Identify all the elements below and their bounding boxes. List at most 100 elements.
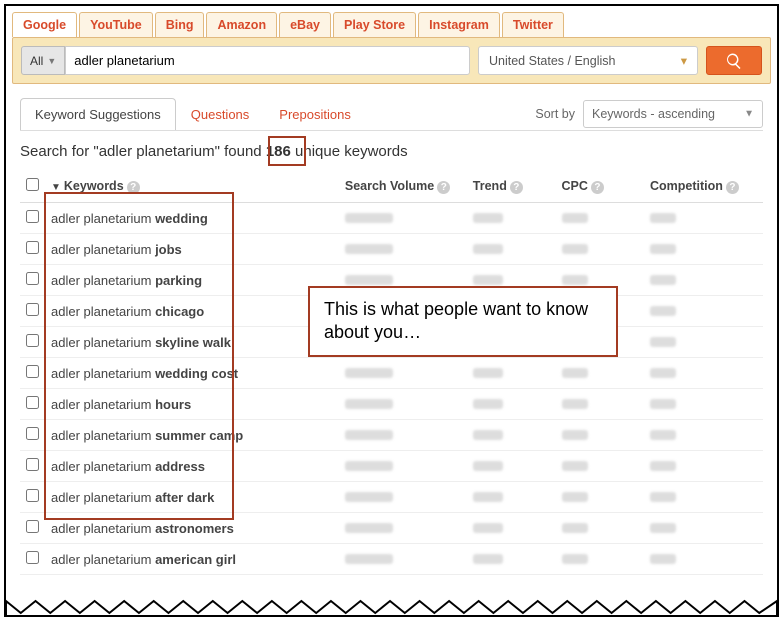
search-volume-cell <box>339 482 467 513</box>
search-volume-cell <box>339 234 467 265</box>
row-checkbox[interactable] <box>26 458 39 471</box>
col-cpc[interactable]: CPC? <box>556 170 644 203</box>
table-row: adler planetarium jobs <box>20 234 763 265</box>
keyword-cell[interactable]: adler planetarium astronomers <box>45 513 339 544</box>
search-volume-cell <box>339 451 467 482</box>
row-checkbox[interactable] <box>26 520 39 533</box>
sort-select[interactable]: Keywords - ascending ▼ <box>583 100 763 128</box>
result-count: 186 <box>266 143 291 160</box>
row-checkbox[interactable] <box>26 210 39 223</box>
tab-keyword-suggestions[interactable]: Keyword Suggestions <box>20 98 176 130</box>
scope-label: All <box>30 54 43 68</box>
help-icon[interactable]: ? <box>591 181 604 194</box>
competition-cell <box>644 420 763 451</box>
trend-cell <box>467 389 556 420</box>
trend-cell <box>467 358 556 389</box>
help-icon[interactable]: ? <box>437 181 450 194</box>
sort-value: Keywords - ascending <box>592 107 715 121</box>
competition-cell <box>644 389 763 420</box>
search-icon <box>725 52 743 70</box>
table-row: adler planetarium astronomers <box>20 513 763 544</box>
source-tab-ebay[interactable]: eBay <box>279 12 331 37</box>
search-volume-cell <box>339 358 467 389</box>
trend-cell <box>467 234 556 265</box>
locale-selector[interactable]: United States / English ▾ <box>478 46 698 75</box>
source-tab-youtube[interactable]: YouTube <box>79 12 153 37</box>
col-keywords[interactable]: ▼Keywords? <box>45 170 339 203</box>
trend-cell <box>467 482 556 513</box>
cpc-cell <box>556 389 644 420</box>
torn-edge <box>6 591 777 617</box>
competition-cell <box>644 265 763 296</box>
keyword-cell[interactable]: adler planetarium chicago <box>45 296 339 327</box>
table-row: adler planetarium wedding cost <box>20 358 763 389</box>
cpc-cell <box>556 544 644 575</box>
source-tab-instagram[interactable]: Instagram <box>418 12 500 37</box>
row-checkbox[interactable] <box>26 272 39 285</box>
trend-cell <box>467 544 556 575</box>
table-row: adler planetarium address <box>20 451 763 482</box>
chevron-down-icon: ▼ <box>47 56 56 66</box>
source-tab-play-store[interactable]: Play Store <box>333 12 416 37</box>
keyword-cell[interactable]: adler planetarium wedding <box>45 203 339 234</box>
cpc-cell <box>556 234 644 265</box>
keyword-table: ▼Keywords? Search Volume? Trend? CPC? Co… <box>20 170 763 575</box>
keyword-input[interactable] <box>65 46 470 75</box>
scope-selector[interactable]: All ▼ <box>21 46 65 75</box>
competition-cell <box>644 327 763 358</box>
sort-label: Sort by <box>535 107 575 121</box>
filter-row: Keyword Suggestions Questions Prepositio… <box>6 84 777 130</box>
table-row: adler planetarium american girl <box>20 544 763 575</box>
row-checkbox[interactable] <box>26 241 39 254</box>
search-volume-cell <box>339 203 467 234</box>
row-checkbox[interactable] <box>26 489 39 502</box>
source-tab-bing[interactable]: Bing <box>155 12 205 37</box>
keyword-cell[interactable]: adler planetarium jobs <box>45 234 339 265</box>
row-checkbox[interactable] <box>26 334 39 347</box>
source-tab-bar: GoogleYouTubeBingAmazoneBayPlay StoreIns… <box>6 8 777 37</box>
col-search-volume[interactable]: Search Volume? <box>339 170 467 203</box>
competition-cell <box>644 234 763 265</box>
source-tab-google[interactable]: Google <box>12 12 77 37</box>
keyword-cell[interactable]: adler planetarium parking <box>45 265 339 296</box>
tab-questions[interactable]: Questions <box>176 98 265 130</box>
keyword-cell[interactable]: adler planetarium skyline walk <box>45 327 339 358</box>
competition-cell <box>644 544 763 575</box>
source-tab-twitter[interactable]: Twitter <box>502 12 564 37</box>
locale-label: United States / English <box>489 54 615 68</box>
col-trend[interactable]: Trend? <box>467 170 556 203</box>
cpc-cell <box>556 513 644 544</box>
row-checkbox[interactable] <box>26 427 39 440</box>
cpc-cell <box>556 203 644 234</box>
keyword-cell[interactable]: adler planetarium american girl <box>45 544 339 575</box>
table-row: adler planetarium wedding <box>20 203 763 234</box>
cpc-cell <box>556 358 644 389</box>
table-row: adler planetarium summer camp <box>20 420 763 451</box>
table-row: adler planetarium after dark <box>20 482 763 513</box>
keyword-cell[interactable]: adler planetarium hours <box>45 389 339 420</box>
row-checkbox[interactable] <box>26 365 39 378</box>
select-all-checkbox[interactable] <box>26 178 39 191</box>
trend-cell <box>467 451 556 482</box>
keyword-cell[interactable]: adler planetarium summer camp <box>45 420 339 451</box>
annotation-callout: This is what people want to know about y… <box>308 286 618 357</box>
row-checkbox[interactable] <box>26 551 39 564</box>
col-competition[interactable]: Competition? <box>644 170 763 203</box>
row-checkbox[interactable] <box>26 396 39 409</box>
keyword-cell[interactable]: adler planetarium after dark <box>45 482 339 513</box>
keyword-cell[interactable]: adler planetarium address <box>45 451 339 482</box>
sort-arrow-icon: ▼ <box>51 182 61 193</box>
row-checkbox[interactable] <box>26 303 39 316</box>
keyword-cell[interactable]: adler planetarium wedding cost <box>45 358 339 389</box>
source-tab-amazon[interactable]: Amazon <box>206 12 277 37</box>
help-icon[interactable]: ? <box>127 181 140 194</box>
help-icon[interactable]: ? <box>510 181 523 194</box>
filter-tabs: Keyword Suggestions Questions Prepositio… <box>20 98 366 130</box>
tab-prepositions[interactable]: Prepositions <box>264 98 366 130</box>
competition-cell <box>644 358 763 389</box>
search-button[interactable] <box>706 46 762 75</box>
trend-cell <box>467 513 556 544</box>
trend-cell <box>467 420 556 451</box>
search-volume-cell <box>339 513 467 544</box>
help-icon[interactable]: ? <box>726 181 739 194</box>
